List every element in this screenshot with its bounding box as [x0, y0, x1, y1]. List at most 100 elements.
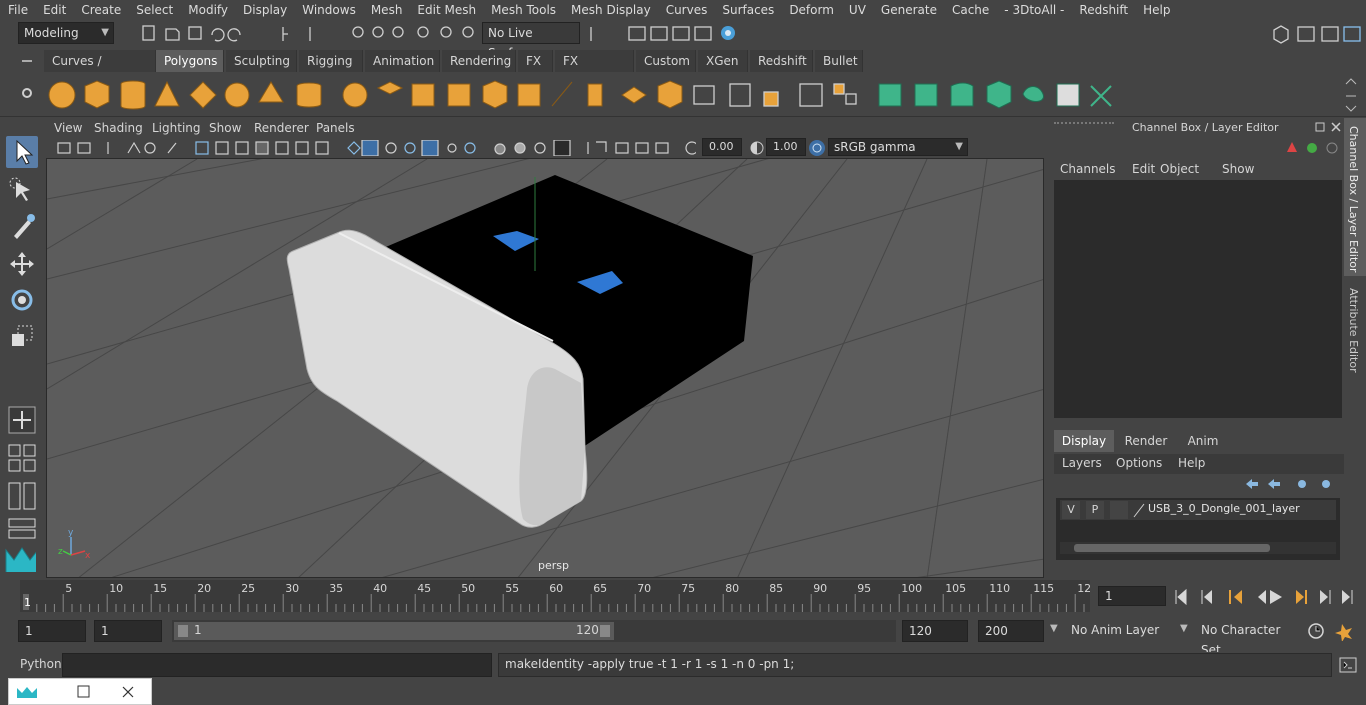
range-slider-left-grip[interactable] [178, 625, 188, 637]
channel-menu-edit[interactable]: Edit [1132, 162, 1155, 176]
uv-shelf-icons[interactable] [875, 78, 1125, 112]
shelf-tab-polygons[interactable]: Polygons [156, 50, 224, 72]
menu-edit[interactable]: Edit [35, 0, 73, 20]
character-set-dropdown[interactable]: No Character Set [1196, 620, 1298, 657]
layout-four-icon[interactable] [6, 442, 38, 474]
render-icons[interactable] [585, 23, 745, 45]
layer-menu-layers[interactable]: Layers [1062, 456, 1102, 470]
shelf-tab-fx[interactable]: FX [518, 50, 553, 72]
side-tab-attribute-editor[interactable]: Attribute Editor [1344, 282, 1366, 378]
shelf-tab-bullet[interactable]: Bullet [815, 50, 863, 72]
anim-end-field[interactable]: 200 [978, 620, 1044, 642]
gamma-field[interactable]: 1.00 [766, 138, 806, 156]
menu-edit-mesh[interactable]: Edit Mesh [409, 0, 483, 20]
maya-logo-icon[interactable] [4, 542, 36, 574]
layer-color-icon[interactable] [1132, 502, 1146, 518]
layer-list[interactable]: V P USB_3_0_Dongle_001_layer [1056, 498, 1340, 560]
menu-display[interactable]: Display [235, 0, 294, 20]
shelf-tab-animation[interactable]: Animation [365, 50, 440, 72]
playback-start-field[interactable]: 1 [94, 620, 162, 642]
menu-generate[interactable]: Generate [873, 0, 944, 20]
workspace-icons[interactable] [1270, 22, 1366, 46]
chevron-down-icon[interactable]: ▼ [1180, 623, 1188, 634]
shelf-tab-xgen[interactable]: XGen [698, 50, 748, 72]
layer-menu-options[interactable]: Options [1116, 456, 1162, 470]
viewport-menu-renderer[interactable]: Renderer [254, 121, 309, 135]
current-frame-field[interactable]: 1 [1098, 586, 1166, 606]
time-slider[interactable]: 5 10 15 20 25 30 35 40 45 50 55 60 65 70 75 80 85 90 95 100… [0, 580, 1366, 616]
viewport-menu-lighting[interactable]: Lighting [152, 121, 201, 135]
side-tab-channel-box[interactable]: Channel Box / Layer Editor [1344, 118, 1366, 276]
layout-outliner-icon[interactable] [6, 480, 38, 512]
menu-surfaces[interactable]: Surfaces [714, 0, 781, 20]
shelf-menu-icon[interactable] [20, 54, 34, 68]
menu-mesh-tools[interactable]: Mesh Tools [483, 0, 563, 20]
menu-mesh[interactable]: Mesh [363, 0, 410, 20]
live-surface-field[interactable]: No Live Surface [482, 22, 580, 60]
panel-toolbar-icons[interactable] [56, 140, 696, 156]
rotate-tool-icon[interactable] [6, 284, 38, 316]
command-input[interactable] [62, 653, 492, 677]
lasso-tool-icon[interactable] [6, 174, 38, 206]
mode-dropdown[interactable]: Modeling ▼ [18, 22, 114, 44]
channel-menu-object[interactable]: Object [1160, 162, 1199, 176]
range-slider-handle[interactable]: 1 120 [174, 622, 614, 640]
layer-menu-help[interactable]: Help [1178, 456, 1205, 470]
exposure-field[interactable]: 0.00 [702, 138, 742, 156]
menu-uv[interactable]: UV [841, 0, 873, 20]
channel-list-area[interactable] [1054, 180, 1342, 418]
time-ruler[interactable]: 5 10 15 20 25 30 35 40 45 50 55 60 65 70 75 80 85 90 95 100… [20, 580, 1090, 612]
menu-curves[interactable]: Curves [658, 0, 715, 20]
viewport-menu-show[interactable]: Show [209, 121, 241, 135]
minimized-window-bar[interactable] [8, 678, 152, 705]
viewport-menu-view[interactable]: View [54, 121, 82, 135]
channel-box-icons[interactable] [1284, 140, 1340, 156]
anim-pref-icons[interactable] [1306, 621, 1362, 641]
layer-scrollbar-thumb[interactable] [1074, 544, 1270, 552]
menu-help[interactable]: Help [1135, 0, 1177, 20]
poly-primitives-icons[interactable] [45, 78, 335, 112]
poly-edit-icons[interactable] [340, 78, 860, 112]
layer-scrollbar[interactable] [1060, 542, 1336, 554]
move-tool-icon[interactable] [6, 248, 38, 280]
layer-playback-toggle[interactable]: P [1086, 501, 1104, 519]
layer-tab-display[interactable]: Display [1054, 430, 1114, 452]
panel-window-buttons[interactable] [1314, 121, 1342, 133]
maximize-icon[interactable] [77, 685, 91, 699]
playback-end-field[interactable]: 120 [902, 620, 968, 642]
menu-select[interactable]: Select [128, 0, 180, 20]
menu-cache[interactable]: Cache [944, 0, 996, 20]
select-tool[interactable] [6, 136, 38, 168]
range-slider-right-grip[interactable] [600, 625, 610, 637]
playback-controls[interactable] [1172, 588, 1364, 606]
channel-menu-show[interactable]: Show [1222, 162, 1254, 176]
script-editor-icon[interactable] [1338, 656, 1358, 674]
shelf-tab-curves-surfaces[interactable]: Curves / Surfaces [44, 50, 156, 90]
layer-type-toggle[interactable] [1110, 501, 1128, 519]
menu-create[interactable]: Create [73, 0, 128, 20]
panel-grip[interactable] [1054, 122, 1114, 128]
chevron-down-icon[interactable]: ▼ [1050, 623, 1058, 634]
viewport-menu-panels[interactable]: Panels [316, 121, 355, 135]
layout-single-icon[interactable] [6, 404, 38, 436]
range-slider-track[interactable]: 1 120 [172, 620, 896, 642]
menu-windows[interactable]: Windows [294, 0, 363, 20]
layer-tab-anim[interactable]: Anim [1178, 430, 1228, 452]
shelf-tab-redshift[interactable]: Redshift [750, 50, 813, 72]
menu-deform[interactable]: Deform [781, 0, 841, 20]
shelf-tab-rigging[interactable]: Rigging [299, 50, 363, 72]
paint-select-icon[interactable] [6, 210, 38, 242]
gear-icon[interactable] [20, 86, 34, 100]
anim-start-field[interactable]: 1 [18, 620, 86, 642]
menu-3dtoall[interactable]: - 3DtoAll - [996, 0, 1071, 20]
channel-menu-channels[interactable]: Channels [1060, 162, 1116, 176]
viewport-menu-shading[interactable]: Shading [94, 121, 143, 135]
layer-row[interactable]: V P USB_3_0_Dongle_001_layer [1060, 500, 1336, 520]
menu-mesh-display[interactable]: Mesh Display [563, 0, 658, 20]
shelf-tab-custom[interactable]: Custom [636, 50, 696, 72]
close-icon[interactable] [121, 685, 135, 699]
color-management-icon[interactable] [808, 139, 826, 157]
shelf-tab-fx-caching[interactable]: FX Caching [555, 50, 634, 90]
color-space-dropdown[interactable]: sRGB gamma ▼ [828, 138, 968, 156]
anim-layer-dropdown[interactable]: No Anim Layer [1066, 620, 1178, 642]
